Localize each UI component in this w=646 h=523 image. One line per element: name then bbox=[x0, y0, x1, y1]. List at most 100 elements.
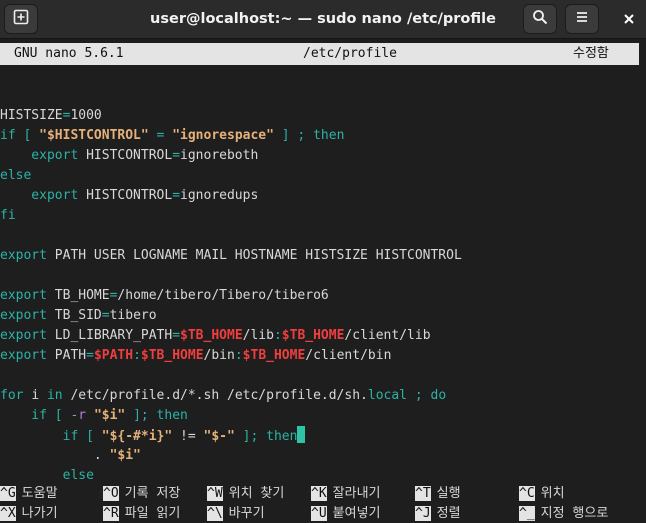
shortcut-item[interactable]: ^X 나가기 bbox=[0, 504, 58, 523]
code-token: ] ; then bbox=[273, 128, 345, 143]
search-button[interactable] bbox=[523, 4, 557, 34]
shortcut-key: ^W bbox=[207, 486, 223, 501]
code-token: "$HISTCONTROL" bbox=[39, 128, 149, 143]
menu-button[interactable] bbox=[565, 4, 599, 34]
scrollbar[interactable] bbox=[639, 43, 646, 523]
shortcut-item[interactable]: ^O 기록 저장 bbox=[103, 484, 180, 504]
shortcut-key: ^R bbox=[103, 506, 119, 521]
code-token: /bin bbox=[203, 348, 235, 363]
shortcut-item[interactable]: ^_ 지정 행으로 bbox=[519, 504, 608, 523]
shortcut-label: 파일 읽기 bbox=[124, 506, 181, 521]
code-line: HISTSIZE=1000 bbox=[0, 106, 639, 126]
shortcut-label: 실행 bbox=[436, 486, 461, 501]
close-button[interactable] bbox=[614, 4, 644, 34]
text-cursor bbox=[297, 426, 306, 443]
code-token: export bbox=[0, 348, 55, 363]
shortcut-item[interactable]: ^U 붙여넣기 bbox=[311, 504, 381, 523]
code-line: . "$i" bbox=[0, 446, 639, 466]
code-token: in bbox=[46, 388, 71, 403]
code-token: LD_LIBRARY_PATH bbox=[54, 328, 173, 343]
code-token: else bbox=[0, 168, 32, 183]
shortcut-item[interactable]: ^\ 바꾸기 bbox=[207, 504, 265, 523]
code-line: fi bbox=[0, 206, 639, 226]
shortcut-key: ^\ bbox=[207, 506, 223, 521]
shortcut-label: 나가기 bbox=[21, 506, 58, 521]
code-token: /lib bbox=[242, 328, 274, 343]
code-token: TB_SID bbox=[54, 308, 102, 323]
nano-header-bar: GNU nano 5.6.1 /etc/profile 수정함 bbox=[0, 43, 639, 65]
code-token: . bbox=[0, 448, 110, 463]
code-line: if [ "$HISTCONTROL" = "ignorespace" ] ; … bbox=[0, 126, 639, 146]
shortcut-label: 위치 찾기 bbox=[228, 486, 285, 501]
code-line: if [ -r "$i" ]; then bbox=[0, 406, 639, 426]
close-icon bbox=[623, 10, 635, 29]
code-token: -r bbox=[70, 408, 94, 423]
code-token: if [ bbox=[0, 408, 71, 423]
shortcut-key: ^C bbox=[519, 486, 535, 501]
code-token: export bbox=[0, 188, 87, 203]
code-token: export bbox=[0, 328, 55, 343]
shortcut-item[interactable]: ^W 위치 찾기 bbox=[207, 484, 284, 504]
code-token: "$i" bbox=[109, 448, 141, 463]
code-token: $TB_HOME bbox=[140, 348, 204, 363]
code-token: = bbox=[148, 128, 173, 143]
code-token: = bbox=[86, 348, 94, 363]
shortcut-item[interactable]: ^K 잘라내기 bbox=[311, 484, 381, 504]
code-token: fi bbox=[0, 208, 16, 223]
shortcut-label: 바꾸기 bbox=[228, 506, 265, 521]
code-token: "${-#*i}" bbox=[101, 429, 173, 444]
code-token: = bbox=[172, 148, 181, 163]
shortcut-item[interactable]: ^J 정렬 bbox=[415, 504, 461, 523]
shortcut-item[interactable]: ^T 실행 bbox=[415, 484, 461, 504]
shortcut-key: ^O bbox=[103, 486, 119, 501]
shortcut-item[interactable]: ^R 파일 읽기 bbox=[103, 504, 180, 523]
code-token: if [ bbox=[0, 128, 40, 143]
code-token: tibero bbox=[109, 308, 157, 323]
code-token: "$-" bbox=[203, 429, 235, 444]
terminal-window: user@localhost:~ — sudo nano /etc/profil… bbox=[0, 0, 646, 523]
code-token: if [ bbox=[0, 429, 102, 444]
code-token: "ignorespace" bbox=[172, 128, 274, 143]
code-token: PATH USER LOGNAME MAIL HOSTNAME HISTSIZE… bbox=[54, 248, 462, 263]
shortcut-item[interactable]: ^G 도움말 bbox=[0, 484, 58, 504]
nano-filename: /etc/profile bbox=[303, 46, 397, 61]
code-line: else bbox=[0, 466, 639, 486]
editor-text-area[interactable]: HISTSIZE=1000 if [ "$HISTCONTROL" = "igno… bbox=[0, 86, 639, 486]
code-token: PATH bbox=[54, 348, 87, 363]
code-line: export PATH USER LOGNAME MAIL HOSTNAME H… bbox=[0, 246, 639, 266]
code-token: export bbox=[0, 148, 87, 163]
code-token: : bbox=[234, 348, 243, 363]
code-token: TB_HOME bbox=[54, 288, 110, 303]
shortcut-item[interactable]: ^C 위치 bbox=[519, 484, 565, 504]
code-token: $PATH bbox=[93, 348, 134, 363]
code-token: = bbox=[101, 308, 110, 323]
code-token: $TB_HOME bbox=[281, 328, 345, 343]
code-line: if [ "${-#*i}" != "$-" ]; then bbox=[0, 426, 639, 446]
code-token: /etc/profile.d/*.sh /etc/profile.d/sh. bbox=[70, 388, 368, 403]
code-line: for i in /etc/profile.d/*.sh /etc/profil… bbox=[0, 386, 639, 406]
code-token: = bbox=[172, 328, 181, 343]
shortcut-key: ^T bbox=[415, 486, 431, 501]
code-line: export PATH=$PATH:$TB_HOME/bin:$TB_HOME/… bbox=[0, 346, 639, 366]
code-token: HISTCONTROL bbox=[86, 188, 173, 203]
shortcut-key: ^U bbox=[311, 506, 327, 521]
shortcut-key: ^G bbox=[0, 486, 16, 501]
shortcut-label: 기록 저장 bbox=[124, 486, 181, 501]
code-token: /client/lib bbox=[344, 328, 431, 343]
code-line: export HISTCONTROL=ignoreboth bbox=[0, 146, 639, 166]
shortcut-label: 위치 bbox=[540, 486, 565, 501]
hamburger-menu-icon bbox=[574, 9, 590, 29]
code-token: : bbox=[273, 328, 282, 343]
shortcut-label: 잘라내기 bbox=[332, 486, 381, 501]
code-token: local bbox=[367, 388, 408, 403]
shortcut-label: 도움말 bbox=[21, 486, 58, 501]
code-token: ]; then bbox=[234, 429, 298, 444]
code-token: /client/bin bbox=[305, 348, 392, 363]
code-token: "$i" bbox=[93, 408, 126, 423]
new-tab-button[interactable] bbox=[4, 4, 38, 34]
code-token: != bbox=[172, 429, 204, 444]
code-token: /home/tibero/Tibero/tibero6 bbox=[117, 288, 329, 303]
code-token: i bbox=[31, 388, 47, 403]
